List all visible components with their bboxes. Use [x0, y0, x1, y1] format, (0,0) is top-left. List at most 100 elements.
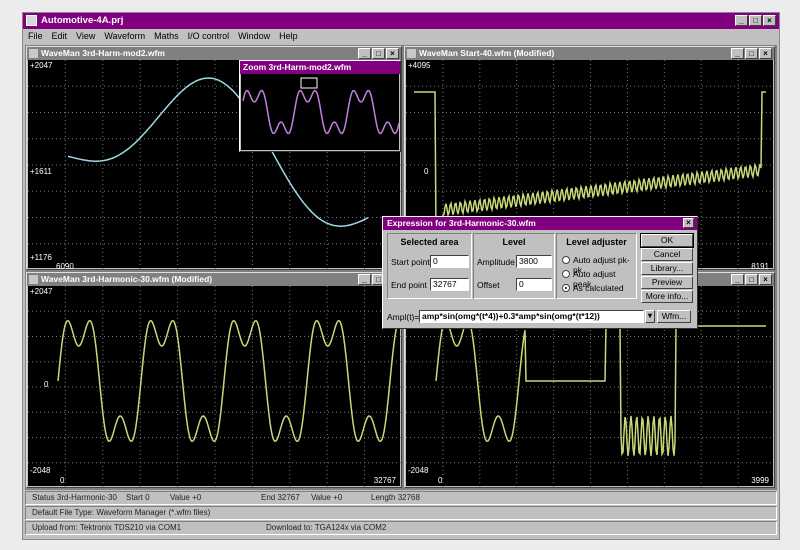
y-max-label: +4095: [408, 61, 431, 70]
more-info-button[interactable]: More info...: [641, 290, 693, 303]
app-title: Automotive-4A.prj: [41, 15, 124, 26]
download-target: Download to: TGA124x via COM2: [266, 523, 387, 532]
waveform-icon: [407, 49, 416, 58]
window-2-title: WaveMan Start-40.wfm (Modified): [419, 48, 555, 58]
waveform-2-trace: [414, 91, 766, 236]
x-start-label: 0: [60, 476, 65, 485]
end-point-label: End point: [391, 280, 427, 290]
menu-file[interactable]: File: [28, 29, 43, 43]
status-value-1: Value +0: [170, 493, 202, 502]
zoom-title-bar[interactable]: Zoom 3rd-Harm-mod2.wfm: [240, 61, 400, 74]
level-adjuster-group: Level adjuster Auto adjust pk-pk Auto ad…: [556, 233, 637, 299]
status-bar-io: Upload from: Tektronix TDS210 via COM1 D…: [25, 521, 777, 535]
x-start-label: 0: [438, 476, 443, 485]
status-name: Status 3rd-Harmonic-30: [32, 493, 117, 502]
amplitude-label: Amplitude: [477, 257, 515, 267]
preview-button[interactable]: Preview: [641, 276, 693, 289]
x-end-label: 3999: [751, 476, 769, 485]
y-mid-label: 0: [44, 380, 49, 389]
x-end-label: 32767: [373, 476, 396, 485]
y-max-label: +2047: [30, 61, 53, 70]
upload-source: Upload from: Tektronix TDS210 via COM1: [32, 523, 182, 532]
x-start-label: 6090: [56, 262, 74, 270]
status-length: Length 32768: [371, 493, 420, 502]
zoom-region-marker: [300, 77, 318, 89]
selected-area-group: Selected area Start point 0 End point 32…: [387, 233, 472, 299]
window-3-title-bar[interactable]: WaveMan 3rd-Harmonic-30.wfm (Modified) _…: [27, 273, 401, 286]
minimize-button[interactable]: _: [735, 15, 748, 26]
radio-as-calculated[interactable]: [562, 284, 570, 292]
window-1-minimize-button[interactable]: _: [358, 48, 371, 59]
window-4-maximize-button[interactable]: □: [745, 274, 758, 285]
zoom-window[interactable]: Zoom 3rd-Harm-mod2.wfm: [239, 60, 401, 152]
close-button[interactable]: ×: [763, 15, 776, 26]
expression-input[interactable]: amp*sin(omg*(t*4))+0.3*amp*sin(omg*(t*12…: [419, 310, 644, 323]
window-2-close-button[interactable]: ×: [759, 48, 772, 59]
window-1-close-button[interactable]: ×: [386, 48, 399, 59]
waveform-icon: [29, 275, 38, 284]
maximize-button[interactable]: □: [749, 15, 762, 26]
start-point-label: Start point: [391, 257, 430, 267]
x-end-label: 8191: [751, 262, 769, 270]
zoom-title: Zoom 3rd-Harm-mod2.wfm: [243, 62, 352, 72]
menu-edit[interactable]: Edit: [52, 29, 68, 43]
radio-auto-adjust-pk-pk[interactable]: [562, 256, 570, 264]
zoom-trace: [242, 89, 400, 135]
expression-label: Ampl(t)=: [387, 312, 420, 322]
waveform-4-trace: [435, 319, 766, 457]
dialog-close-button[interactable]: ×: [683, 218, 694, 228]
menu-help[interactable]: Help: [279, 29, 298, 43]
app-icon: [26, 15, 37, 26]
menu-io-control[interactable]: I/O control: [188, 29, 230, 43]
dialog-title: Expression for 3rd-Harmonic-30.wfm: [387, 218, 536, 228]
cancel-button[interactable]: Cancel: [641, 248, 693, 261]
window-3-title: WaveMan 3rd-Harmonic-30.wfm (Modified): [41, 274, 213, 284]
amplitude-field[interactable]: 3800: [516, 255, 552, 268]
offset-field[interactable]: 0: [516, 278, 552, 291]
y-min-label: -2048: [408, 466, 429, 475]
dialog-title-bar[interactable]: Expression for 3rd-Harmonic-30.wfm ×: [383, 217, 697, 230]
menu-bar: File Edit View Waveform Maths I/O contro…: [23, 29, 779, 43]
zoom-plot[interactable]: [241, 74, 400, 150]
window-4-minimize-button[interactable]: _: [731, 274, 744, 285]
start-point-field[interactable]: 0: [430, 255, 469, 268]
y-min-label: -2048: [30, 466, 51, 475]
expression-dialog: Expression for 3rd-Harmonic-30.wfm × Sel…: [382, 216, 698, 329]
window-2-title-bar[interactable]: WaveMan Start-40.wfm (Modified) _ □ ×: [405, 47, 774, 60]
radio-auto-adjust-peak[interactable]: [562, 270, 570, 278]
waveform-3-svg: [28, 286, 401, 487]
y-min-label: +1176: [30, 253, 52, 262]
offset-label: Offset: [477, 280, 500, 290]
wfm-button[interactable]: Wfm...: [657, 310, 691, 323]
selected-area-header: Selected area: [400, 237, 459, 247]
window-1-maximize-button[interactable]: □: [372, 48, 385, 59]
waveform-window-3[interactable]: WaveMan 3rd-Harmonic-30.wfm (Modified) _…: [26, 272, 402, 488]
waveform-plot-3[interactable]: +2047 0 -2048 0 32767: [28, 286, 401, 487]
y-max-label: +2047: [30, 287, 53, 296]
library-button[interactable]: Library...: [641, 262, 693, 275]
expression-dropdown-icon[interactable]: ▾: [645, 310, 655, 323]
window-1-title-bar[interactable]: WaveMan 3rd-Harm-mod2.wfm _ □ ×: [27, 47, 401, 60]
ok-button[interactable]: OK: [640, 233, 694, 248]
window-1-title: WaveMan 3rd-Harm-mod2.wfm: [41, 48, 165, 58]
status-bar-file-type: Default File Type: Waveform Manager (*.w…: [25, 506, 777, 520]
level-header: Level: [502, 237, 526, 247]
menu-view[interactable]: View: [76, 29, 95, 43]
menu-window[interactable]: Window: [238, 29, 270, 43]
window-4-close-button[interactable]: ×: [759, 274, 772, 285]
window-3-minimize-button[interactable]: _: [358, 274, 371, 285]
level-group: Level Amplitude 3800 Offset 0: [473, 233, 555, 299]
status-bar-selection: Status 3rd-Harmonic-30 Start 0 Value +0 …: [25, 491, 777, 505]
window-2-minimize-button[interactable]: _: [731, 48, 744, 59]
status-value-2: Value +0: [311, 493, 343, 502]
app-title-bar[interactable]: Automotive-4A.prj _ □ ×: [23, 13, 779, 29]
zoom-svg: [242, 77, 400, 135]
waveform-3-trace: [57, 319, 401, 443]
waveform-icon: [29, 49, 38, 58]
menu-waveform[interactable]: Waveform: [104, 29, 145, 43]
menu-maths[interactable]: Maths: [154, 29, 179, 43]
end-point-field[interactable]: 32767: [430, 278, 469, 291]
status-start: Start 0: [126, 493, 150, 502]
y-mid-label: 0: [424, 167, 429, 176]
window-2-maximize-button[interactable]: □: [745, 48, 758, 59]
